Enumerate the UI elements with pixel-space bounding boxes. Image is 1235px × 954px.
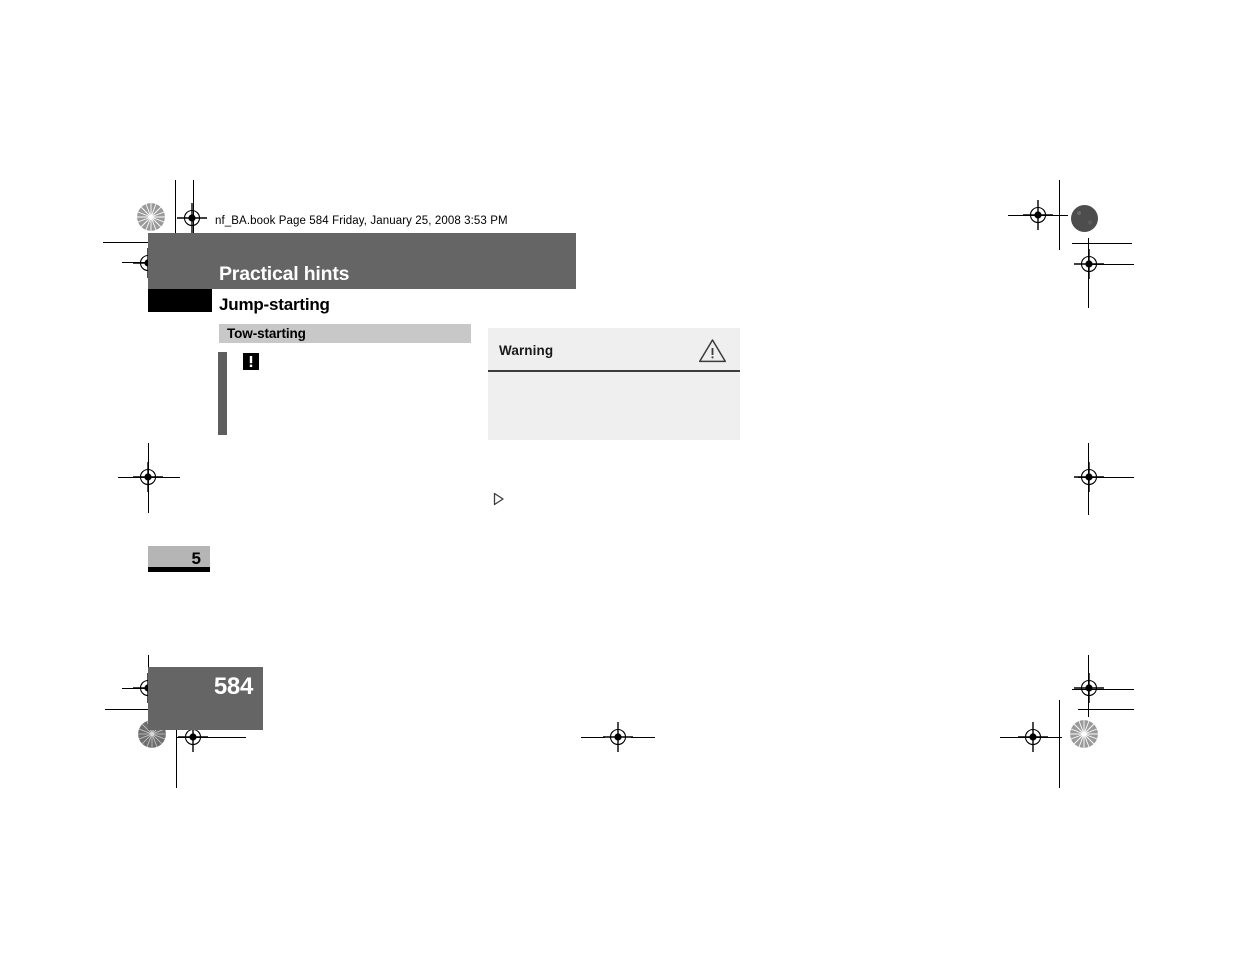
chapter-number: 5 (191, 548, 201, 568)
exclamation-note-icon (243, 353, 259, 370)
crop-rule-horizontal-right-mid (1072, 243, 1132, 244)
subsection-title: Tow-starting (227, 326, 306, 341)
registration-target-mark-right-center (1074, 462, 1104, 492)
crop-rule-horizontal-bottom-center-left (581, 737, 605, 738)
triangle-right-continuation-icon (492, 492, 506, 506)
registration-target-mark-bottom-center (603, 722, 633, 752)
registration-target-mark-right-bottom-2 (1018, 722, 1048, 752)
star-target-mark-bottom-right (1070, 720, 1098, 748)
revision-change-bar (218, 352, 227, 435)
chapter-thumb-tab-rule (148, 567, 210, 572)
star-target-mark-top-left (137, 203, 165, 231)
crop-rule-horizontal-bottom-center-right (631, 737, 655, 738)
density-patch-mark-top-right (1071, 205, 1098, 232)
document-header-line: nf_BA.book Page 584 Friday, January 25, … (215, 215, 508, 227)
warning-triangle-icon (698, 338, 727, 363)
scanned-manual-page: nf_BA.book Page 584 Friday, January 25, … (0, 0, 1235, 954)
crop-rule-vertical-right-bottom2 (1059, 700, 1060, 788)
crop-rule-horizontal-right-bottom2 (1078, 709, 1134, 710)
registration-target-mark-left-center (133, 462, 163, 492)
page-number: 584 (213, 673, 253, 700)
registration-target-mark-top-right-1 (1023, 200, 1053, 230)
registration-target-mark-right-bottom (1074, 673, 1104, 703)
page-folio-block: 584 (148, 667, 263, 730)
warning-divider-rule (488, 370, 740, 372)
chapter-black-tab (148, 289, 212, 312)
page-title: Practical hints (219, 263, 350, 285)
warning-label: Warning (499, 343, 554, 358)
section-title: Jump-starting (219, 295, 330, 314)
registration-target-mark-top-right-2 (1074, 249, 1104, 279)
chapter-banner (148, 233, 576, 289)
registration-target-mark-top-left-1 (177, 203, 207, 233)
